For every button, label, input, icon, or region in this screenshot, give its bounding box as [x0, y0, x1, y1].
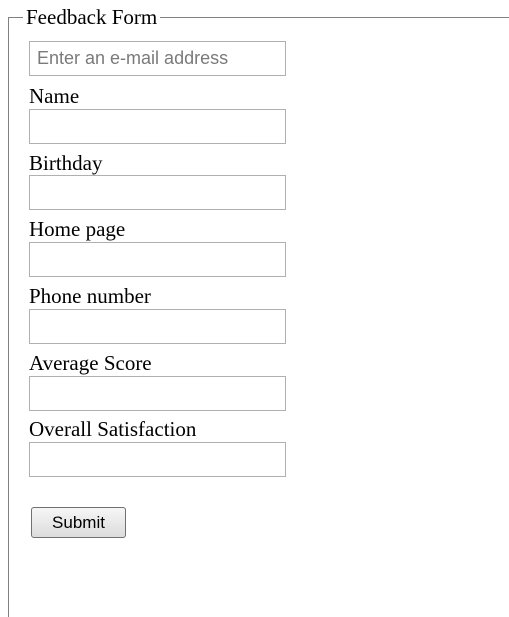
- name-input[interactable]: [29, 109, 286, 144]
- phone-number-label: Phone number: [29, 284, 151, 308]
- home-page-input[interactable]: [29, 242, 286, 277]
- overall-satisfaction-label: Overall Satisfaction: [29, 417, 197, 441]
- email-input[interactable]: [29, 41, 286, 76]
- submit-button[interactable]: Submit: [31, 507, 126, 538]
- name-label: Name: [29, 84, 80, 108]
- home-page-label: Home page: [29, 217, 126, 241]
- overall-satisfaction-input[interactable]: [29, 442, 286, 477]
- birthday-input[interactable]: [29, 175, 286, 210]
- birthday-label: Birthday: [29, 151, 103, 175]
- average-score-input[interactable]: [29, 376, 286, 411]
- phone-number-input[interactable]: [29, 309, 286, 344]
- form-legend: Feedback Form: [23, 5, 161, 29]
- average-score-label: Average Score: [29, 351, 152, 375]
